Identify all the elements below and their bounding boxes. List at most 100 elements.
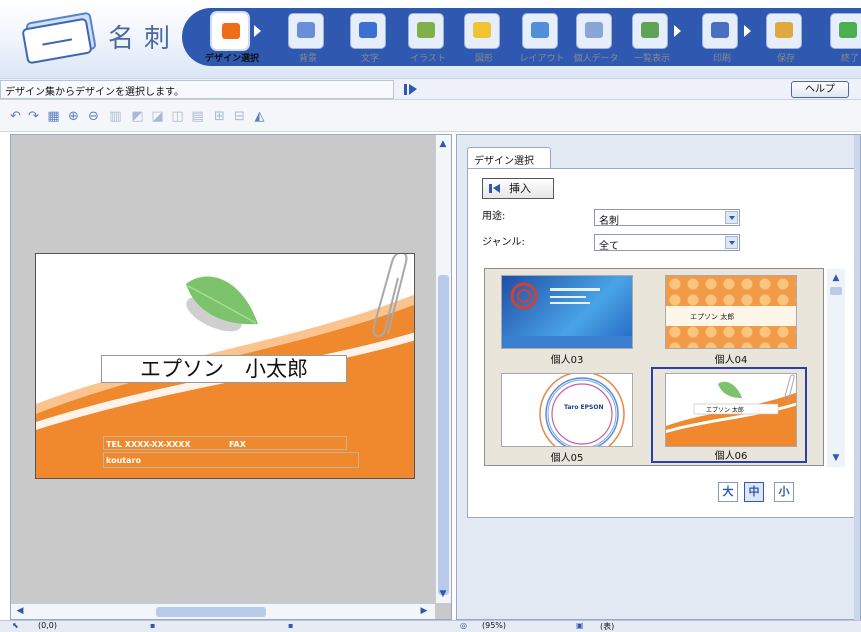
design-thumbnail[interactable]: Taro EPSON 個人05: [489, 369, 645, 465]
genre-select[interactable]: 全て: [594, 234, 740, 252]
align-icon[interactable]: ⊞: [212, 109, 227, 124]
step-button-1[interactable]: デザイン選択: [200, 11, 264, 75]
design-thumbnail-grid: 個人03 エプソン 太郎 個人04 Taro EPSON 個人05 エプソン 太…: [484, 268, 845, 467]
distribute-icon[interactable]: ⊟: [232, 109, 247, 124]
card-tel: TEL XXXX-XX-XXXX: [106, 440, 191, 449]
step-button-9[interactable]: 印刷: [690, 11, 754, 75]
import-icon[interactable]: ◭: [252, 109, 267, 124]
insert-button[interactable]: 挿入: [482, 178, 554, 199]
canvas-horizontal-scrollbar[interactable]: ◀ ▶: [11, 603, 435, 619]
step-button-11[interactable]: 終了: [818, 11, 861, 75]
thumb06-name: エプソン 太郎: [706, 407, 744, 414]
size-large-button[interactable]: 大: [718, 482, 738, 502]
fit-icon[interactable]: ▦: [46, 109, 61, 124]
genre-label: ジャンル:: [482, 237, 525, 248]
business-card-logo-icon: [21, 11, 100, 65]
chevron-down-icon[interactable]: [725, 236, 738, 249]
illustration-icon: [408, 13, 444, 49]
side-icon: ▣: [576, 621, 584, 630]
redo-icon[interactable]: ↷: [26, 109, 41, 124]
undo-icon[interactable]: ↶: [8, 109, 23, 124]
step-button-3[interactable]: 文字: [338, 11, 402, 75]
business-card-preview[interactable]: エプソン 小太郎 TEL XXXX-XX-XXXX FAX koutaro: [35, 253, 415, 479]
thumbnail-size-buttons: 大 中 小: [718, 482, 818, 502]
zoom-out-icon[interactable]: ⊖: [86, 109, 101, 124]
object-icon: ▪: [288, 621, 294, 630]
info-bar: デザイン集からデザインを選択します。 ヘルプ: [0, 78, 861, 100]
status-bar: ⬉ (0,0) ▪ ▪ ◎ (95%) ▣ (表): [0, 620, 861, 632]
scroll-down-icon[interactable]: ▼: [829, 451, 843, 465]
usage-select[interactable]: 名刺: [594, 209, 740, 227]
mail-field[interactable]: [103, 452, 359, 468]
zoom-icon: ◎: [460, 621, 467, 630]
chevron-down-icon[interactable]: [725, 211, 738, 224]
coordinate-readout: (0,0): [38, 621, 57, 630]
step-button-8[interactable]: 一覧表示: [620, 11, 684, 75]
instruction-text: デザイン集からデザインを選択します。: [0, 80, 394, 99]
step-arrow-icon: [744, 25, 751, 37]
spiral-pattern: [502, 282, 632, 348]
pointer-icon: ⬉: [12, 621, 19, 630]
scroll-up-icon[interactable]: ▲: [829, 271, 843, 285]
copy-icon[interactable]: ◪: [150, 109, 165, 124]
step-label: デザイン選択: [204, 54, 259, 64]
paste-icon[interactable]: ◫: [170, 109, 185, 124]
design-select-panel: 挿入 用途: 名刺 ジャンル: 全て 個人03 エプソン 太郎 個人04 Tar…: [467, 168, 855, 518]
size-small-button[interactable]: 小: [774, 482, 794, 502]
duplicate-icon[interactable]: ▤: [190, 109, 205, 124]
edit-toolbar: ↶ ↷ ▦ ⊕ ⊖ ▥ ◩ ◪ ◫ ▤ ⊞ ⊟ ◭: [0, 100, 861, 132]
design-thumbnail-selected[interactable]: エプソン 太郎 個人06: [651, 367, 807, 463]
thumb05-name: Taro EPSON: [564, 404, 604, 411]
thumbnail-caption: 個人06: [714, 451, 748, 462]
canvas-vscroll-thumb[interactable]: [438, 275, 449, 595]
edit-canvas[interactable]: エプソン 小太郎 TEL XXXX-XX-XXXX FAX koutaro ▲ …: [10, 134, 452, 620]
insert-arrow-icon: [489, 184, 500, 193]
layer-icon[interactable]: ◩: [130, 109, 145, 124]
canvas-hscroll-thumb[interactable]: [156, 607, 266, 617]
next-step-icon[interactable]: [404, 84, 418, 95]
layout-icon: [522, 13, 558, 49]
design-panel: デザイン選択 挿入 用途: 名刺 ジャンル: 全て 個人03 エプソン 太郎 個…: [456, 134, 861, 621]
step-arrow-icon: [254, 25, 261, 37]
step-button-4[interactable]: イラスト: [396, 11, 460, 75]
step-label: 一覧表示: [633, 54, 670, 64]
design-thumbnail[interactable]: 個人03: [489, 271, 645, 367]
thumbnail-caption: 個人04: [714, 355, 748, 366]
scroll-right-icon[interactable]: ▶: [417, 604, 431, 618]
genre-value: 全て: [599, 241, 619, 252]
scroll-up-icon[interactable]: ▲: [436, 137, 450, 151]
delete-icon[interactable]: ▥: [108, 109, 123, 124]
side-readout: (表): [600, 622, 615, 631]
save-icon: [766, 13, 802, 49]
exit-icon: [830, 13, 861, 49]
thumbnail-scroll-thumb[interactable]: [830, 287, 842, 295]
list-view-icon: [632, 13, 668, 49]
design-thumbnail[interactable]: エプソン 太郎 個人04: [653, 271, 809, 367]
app-title: 名刺: [108, 24, 181, 54]
step-button-5[interactable]: 図形: [452, 11, 516, 75]
size-medium-button[interactable]: 中: [744, 482, 764, 502]
step-button-10[interactable]: 保存: [754, 11, 818, 75]
step-label: 終了: [840, 54, 859, 64]
usage-label: 用途:: [482, 211, 506, 222]
help-button[interactable]: ヘルプ: [791, 81, 849, 98]
size-icon: ▪: [150, 621, 156, 630]
step-list: デザイン選択 背景 文字 イラスト 図形 レイアウト 個人データ 一覧表示 印刷 保存 終了: [200, 11, 861, 75]
canvas-vertical-scrollbar[interactable]: ▲ ▼: [435, 135, 451, 603]
card-fax: FAX: [229, 440, 246, 449]
text-icon: [350, 13, 386, 49]
print-icon: [702, 13, 738, 49]
tab-design-select[interactable]: デザイン選択: [467, 147, 551, 169]
thumb04-name: エプソン 太郎: [690, 313, 735, 321]
step-button-7[interactable]: 個人データ: [564, 11, 628, 75]
zoom-readout: (95%): [482, 621, 507, 630]
step-button-2[interactable]: 背景: [276, 11, 340, 75]
step-toolbar: 名刺 デザイン選択 背景 文字 イラスト 図形 レイアウト 個人データ 一覧表示 印刷 保存 終了: [0, 0, 861, 78]
thumbnail-scrollbar[interactable]: ▲ ▼: [827, 269, 845, 467]
scroll-left-icon[interactable]: ◀: [13, 604, 27, 618]
panel-scrollbar[interactable]: [854, 135, 860, 621]
zoom-in-icon[interactable]: ⊕: [66, 109, 81, 124]
scroll-down-icon[interactable]: ▼: [436, 587, 450, 601]
card-name-field[interactable]: エプソン 小太郎: [101, 355, 347, 383]
shape-icon: [464, 13, 500, 49]
